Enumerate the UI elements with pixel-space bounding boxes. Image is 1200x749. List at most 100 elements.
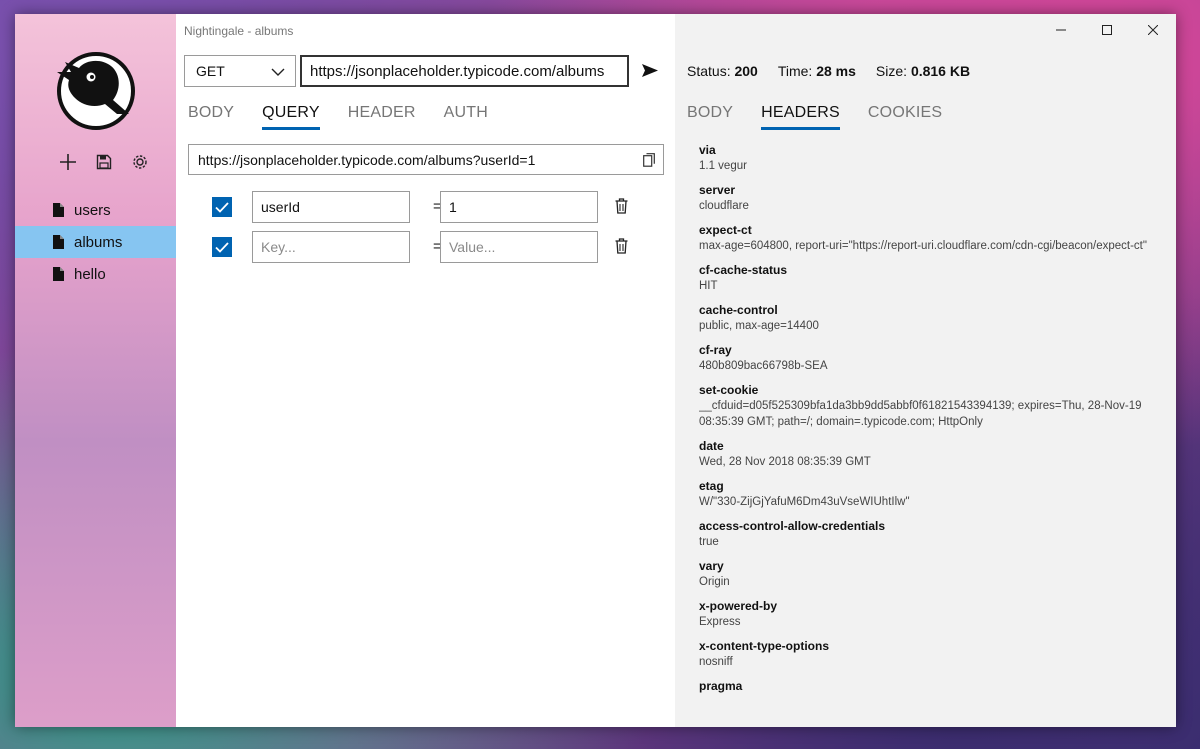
status-label: Status: (687, 63, 731, 79)
sidebar-item-label: hello (74, 265, 106, 283)
header-entry: access-control-allow-credentials true (699, 518, 1149, 550)
header-name: server (699, 183, 736, 197)
response-headers-list[interactable]: via 1.1 vegur server cloudflare expect-ct m… (699, 142, 1149, 707)
settings-button[interactable] (122, 151, 158, 173)
tab-body[interactable]: BODY (188, 104, 234, 130)
time-value: 28 ms (816, 63, 856, 79)
plus-icon (60, 154, 76, 170)
header-entry: x-content-type-options nosniff (699, 638, 1149, 670)
header-value: nosniff (699, 656, 733, 668)
maximize-button[interactable] (1084, 14, 1130, 46)
sidebar-item-label: albums (74, 233, 123, 251)
header-entry: cf-ray 480b809bac66798b-SEA (699, 342, 1149, 374)
header-name: via (699, 143, 716, 157)
tab-header[interactable]: HEADER (348, 104, 416, 130)
add-button[interactable] (50, 151, 86, 173)
copy-icon[interactable] (643, 153, 655, 167)
method-value: GET (196, 63, 225, 79)
param-key-input[interactable]: userId (252, 191, 410, 223)
header-value: Express (699, 616, 741, 628)
sidebar: users albums hello (15, 14, 176, 727)
minimize-button[interactable] (1038, 14, 1084, 46)
header-name: set-cookie (699, 383, 759, 397)
param-value-input[interactable]: Value... (440, 231, 598, 263)
header-entry: vary Origin (699, 558, 1149, 590)
maximize-icon (1102, 25, 1112, 35)
url-value: https://jsonplaceholder.typicode.com/alb… (310, 62, 605, 80)
header-entry: via 1.1 vegur (699, 142, 1149, 174)
file-icon (53, 267, 64, 281)
chevron-down-icon (271, 68, 285, 76)
tab-auth[interactable]: AUTH (444, 104, 488, 130)
param-key-placeholder: Key... (261, 239, 296, 255)
header-entry: etag W/"330-ZijGjYafuM6Dm43uVseWIUhtIlw" (699, 478, 1149, 510)
close-button[interactable] (1130, 14, 1176, 46)
header-entry: cache-control public, max-age=14400 (699, 302, 1149, 334)
header-value: Origin (699, 576, 730, 588)
header-name: expect-ct (699, 223, 752, 237)
request-tabs: BODY QUERY HEADER AUTH (188, 104, 516, 130)
tab-response-headers[interactable]: HEADERS (761, 104, 840, 130)
header-name: cache-control (699, 303, 778, 317)
checkmark-icon (215, 241, 229, 253)
gear-icon (133, 155, 147, 169)
size-value: 0.816 KB (910, 63, 971, 79)
header-value: public, max-age=14400 (699, 320, 819, 332)
param-value-value: 1 (449, 199, 457, 215)
send-icon[interactable] (642, 64, 658, 77)
header-value: __cfduid=d05f525309bfa1da3bb9dd5abbf0f61… (699, 400, 1142, 428)
header-entry: date Wed, 28 Nov 2018 08:35:39 GMT (699, 438, 1149, 470)
response-status-line: Status: 200 Time: 28 ms Size: 0.816 KB (687, 63, 970, 79)
tab-response-body[interactable]: BODY (687, 104, 733, 130)
request-panel: Nightingale - albums GET https://jsonpla… (176, 14, 675, 727)
param-row: userId = 1 (212, 191, 632, 223)
time-label: Time: (777, 63, 813, 79)
query-url-value: https://jsonplaceholder.typicode.com/alb… (198, 151, 536, 168)
save-icon (96, 154, 112, 170)
window-title: Nightingale - albums (184, 24, 294, 38)
param-key-value: userId (261, 199, 300, 215)
tab-response-cookies[interactable]: COOKIES (868, 104, 942, 130)
sidebar-item-users[interactable]: users (15, 194, 176, 226)
header-value: Wed, 28 Nov 2018 08:35:39 GMT (699, 456, 871, 468)
status-info: Status: 200 (687, 63, 758, 79)
param-checkbox[interactable] (212, 237, 232, 257)
header-value: cloudflare (699, 200, 749, 212)
trash-icon[interactable] (615, 238, 628, 254)
file-icon (53, 203, 64, 217)
sidebar-item-hello[interactable]: hello (15, 258, 176, 290)
close-icon (1148, 25, 1158, 35)
header-name: pragma (699, 679, 743, 693)
header-value: 1.1 vegur (699, 160, 747, 172)
header-name: cf-ray (699, 343, 732, 357)
sidebar-item-albums[interactable]: albums (15, 226, 176, 258)
nightingale-logo (57, 52, 135, 130)
method-select[interactable]: GET (184, 55, 296, 87)
param-row: Key... = Value... (212, 231, 632, 263)
param-checkbox[interactable] (212, 197, 232, 217)
header-entry: pragma (699, 678, 1149, 694)
param-key-input[interactable]: Key... (252, 231, 410, 263)
window-controls (1038, 14, 1176, 46)
trash-icon[interactable] (615, 198, 628, 214)
header-entry: cf-cache-status HIT (699, 262, 1149, 294)
param-value-input[interactable]: 1 (440, 191, 598, 223)
header-entry: server cloudflare (699, 182, 1149, 214)
header-name: access-control-allow-credentials (699, 519, 886, 533)
size-info: Size: 0.816 KB (876, 63, 970, 79)
save-button[interactable] (86, 151, 122, 173)
time-info: Time: 28 ms (778, 63, 856, 79)
size-label: Size: (875, 63, 908, 79)
param-value-placeholder: Value... (449, 239, 496, 255)
header-name: date (699, 439, 724, 453)
checkmark-icon (215, 201, 229, 213)
sidebar-item-label: users (74, 201, 111, 219)
query-url-field[interactable]: https://jsonplaceholder.typicode.com/alb… (188, 144, 664, 175)
url-input[interactable]: https://jsonplaceholder.typicode.com/alb… (300, 55, 629, 87)
tab-query[interactable]: QUERY (262, 104, 320, 130)
header-entry: x-powered-by Express (699, 598, 1149, 630)
minimize-icon (1056, 29, 1066, 31)
header-entry: set-cookie __cfduid=d05f525309bfa1da3bb9d… (699, 382, 1149, 430)
header-name: vary (699, 559, 724, 573)
app-window: users albums hello Nightingale - albums … (15, 14, 1176, 727)
